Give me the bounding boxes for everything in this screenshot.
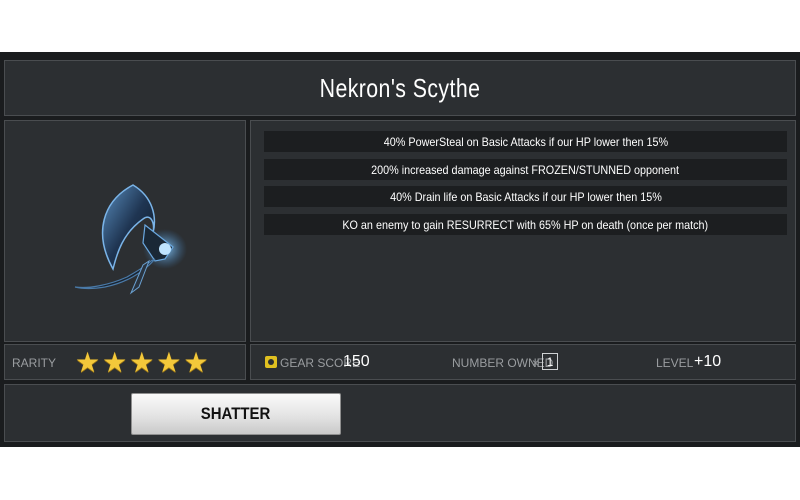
level-label: LEVEL bbox=[656, 356, 694, 370]
stat-row: KO an enemy to gain RESURRECT with 65% H… bbox=[264, 214, 787, 235]
level-value: +10 bbox=[694, 353, 722, 370]
gear-score-icon bbox=[265, 356, 277, 368]
star-icon: ★ bbox=[75, 347, 101, 378]
stat-row: 40% Drain life on Basic Attacks if our H… bbox=[264, 186, 787, 207]
star-icon: ★ bbox=[156, 347, 182, 378]
item-stats-box: 40% PowerSteal on Basic Attacks if our H… bbox=[250, 120, 796, 342]
action-bar bbox=[4, 384, 796, 442]
gear-score-value: 150 bbox=[343, 353, 370, 370]
rarity-box: RARITY ★ ★ ★ ★ ★ bbox=[4, 344, 246, 380]
star-icon: ★ bbox=[183, 347, 209, 378]
rarity-stars: ★ ★ ★ ★ ★ bbox=[75, 349, 209, 377]
shatter-button[interactable]: SHATTER bbox=[131, 393, 341, 435]
number-owned-count: 1 bbox=[542, 353, 558, 370]
item-title: Nekron's Scythe bbox=[319, 72, 481, 103]
star-icon: ★ bbox=[129, 347, 155, 378]
star-icon: ★ bbox=[102, 347, 128, 378]
title-bar: Nekron's Scythe bbox=[4, 60, 796, 116]
rarity-label: RARITY bbox=[12, 356, 57, 370]
item-image-box bbox=[4, 120, 246, 342]
item-info-box: GEAR SCORE 150 NUMBER OWNED × 1 LEVEL +1… bbox=[250, 344, 796, 380]
scythe-icon bbox=[74, 184, 187, 295]
stat-row: 40% PowerSteal on Basic Attacks if our H… bbox=[264, 131, 787, 152]
stat-row: 200% increased damage against FROZEN/STU… bbox=[264, 159, 787, 180]
number-owned-multiplier: × bbox=[532, 356, 540, 370]
